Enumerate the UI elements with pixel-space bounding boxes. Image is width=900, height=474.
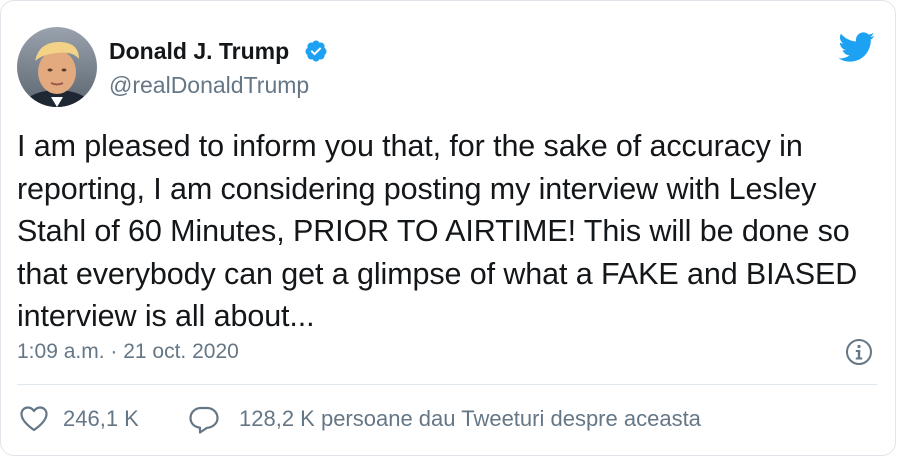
tweet-timestamp[interactable]: 1:09 a.m. · 21 oct. 2020 bbox=[17, 339, 239, 365]
tweet-text: I am pleased to inform you that, for the… bbox=[17, 125, 877, 338]
verified-badge-icon bbox=[305, 40, 327, 62]
tweet-card[interactable]: Donald J. Trump @realDonaldTrump I am pl… bbox=[0, 0, 896, 456]
tweet-text-line: I am pleased to inform you that, for the… bbox=[17, 129, 803, 163]
heart-icon[interactable] bbox=[19, 405, 49, 433]
tweet-text-line: that everybody can get a glimpse of what… bbox=[17, 256, 858, 291]
tweet-text-line: interview is all about... bbox=[17, 299, 315, 333]
avatar[interactable] bbox=[17, 27, 97, 107]
tweet-text-line: Stahl of 60 Minutes, PRIOR TO AIRTIME! T… bbox=[17, 214, 850, 248]
divider bbox=[17, 384, 877, 385]
info-icon[interactable] bbox=[844, 337, 874, 367]
author-display-name[interactable]: Donald J. Trump bbox=[109, 37, 289, 65]
twitter-bird-icon[interactable] bbox=[837, 31, 875, 63]
author-handle[interactable]: @realDonaldTrump bbox=[109, 71, 309, 99]
talking-about-count[interactable]: 128,2 K persoane dau Tweeturi despre ace… bbox=[239, 406, 701, 432]
like-count[interactable]: 246,1 K bbox=[63, 406, 139, 432]
speech-bubble-icon[interactable] bbox=[188, 405, 220, 435]
tweet-text-line: reporting, I am considering posting my i… bbox=[17, 171, 817, 206]
